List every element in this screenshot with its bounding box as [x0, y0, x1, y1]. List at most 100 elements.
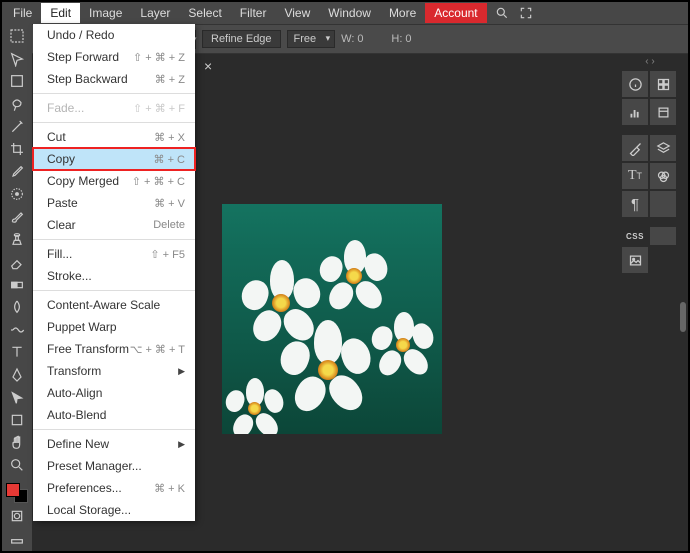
- blur-tool[interactable]: [5, 297, 29, 318]
- histogram-icon[interactable]: [622, 99, 648, 125]
- layers-icon[interactable]: [650, 135, 676, 161]
- eyedropper-tool[interactable]: [5, 161, 29, 182]
- menu-item-preferences[interactable]: Preferences...⌘ + K: [33, 477, 195, 499]
- shape-tool[interactable]: [5, 410, 29, 431]
- move-tool[interactable]: [5, 49, 29, 70]
- menu-account[interactable]: Account: [425, 3, 486, 23]
- menu-item-define-new[interactable]: Define New▶: [33, 433, 195, 455]
- menu-item-fade: Fade...⇧ + ⌘ + F: [33, 97, 195, 119]
- panel-toggle-icon[interactable]: ‹ ›: [622, 56, 678, 67]
- menu-item-paste[interactable]: Paste⌘ + V: [33, 192, 195, 214]
- menu-item-free-transform[interactable]: Free Transform⌥ + ⌘ + T: [33, 338, 195, 360]
- menu-item-fill[interactable]: Fill...⇧ + F5: [33, 243, 195, 265]
- menu-item-label: Auto-Blend: [47, 408, 106, 422]
- image-panel-icon[interactable]: [622, 247, 648, 273]
- menu-item-stroke[interactable]: Stroke...: [33, 265, 195, 287]
- menu-item-shortcut: ⇧ + F5: [150, 248, 185, 261]
- menu-item-clear[interactable]: ClearDelete: [33, 214, 195, 236]
- paths-icon[interactable]: [650, 191, 676, 217]
- menu-view[interactable]: View: [275, 3, 319, 23]
- menu-item-step-backward[interactable]: Step Backward⌘ + Z: [33, 68, 195, 90]
- scrollbar-thumb[interactable]: [680, 302, 686, 332]
- menu-item-shortcut: Delete: [153, 219, 185, 231]
- menu-item-step-forward[interactable]: Step Forward ⇧ + ⌘ + Z: [33, 46, 195, 68]
- zoom-tool[interactable]: [5, 455, 29, 476]
- menu-item-label: Step Backward: [47, 72, 128, 86]
- menu-item-label: Undo / Redo: [47, 28, 114, 42]
- menu-item-shortcut: ⌘ + C: [154, 153, 185, 166]
- menu-image[interactable]: Image: [80, 3, 131, 23]
- channels-icon[interactable]: [650, 163, 676, 189]
- menu-item-copy[interactable]: Copy⌘ + C: [33, 148, 195, 170]
- pen-tool[interactable]: [5, 365, 29, 386]
- submenu-arrow-icon: ▶: [178, 439, 185, 450]
- menu-item-auto-align[interactable]: Auto-Align: [33, 382, 195, 404]
- width-label: W:: [341, 33, 354, 45]
- menu-item-label: Step Forward: [47, 50, 119, 64]
- rect-select-tool[interactable]: [5, 71, 29, 92]
- menu-item-label: Cut: [47, 130, 66, 144]
- css-panel-button[interactable]: CSS: [622, 227, 648, 245]
- menu-item-preset-manager[interactable]: Preset Manager...: [33, 455, 195, 477]
- menu-item-label: Preset Manager...: [47, 459, 142, 473]
- brush-tool[interactable]: [5, 207, 29, 228]
- quickmask-icon[interactable]: [5, 506, 29, 527]
- menu-item-auto-blend[interactable]: Auto-Blend: [33, 404, 195, 426]
- screen-mode-icon[interactable]: [5, 531, 29, 552]
- menu-window[interactable]: Window: [319, 3, 380, 23]
- menu-item-label: Free Transform: [47, 342, 129, 356]
- menu-item-content-aware-scale[interactable]: Content-Aware Scale: [33, 294, 195, 316]
- marquee-tool[interactable]: [5, 26, 29, 47]
- menu-item-local-storage[interactable]: Local Storage...: [33, 499, 195, 521]
- menu-file[interactable]: File: [4, 3, 41, 23]
- healing-tool[interactable]: [5, 184, 29, 205]
- liquify-tool[interactable]: [5, 320, 29, 341]
- menu-item-shortcut: ⇧ + ⌘ + C: [132, 175, 185, 188]
- eraser-tool[interactable]: [5, 252, 29, 273]
- menu-item-shortcut: ⇧ + ⌘ + Z: [133, 51, 185, 64]
- type-tool[interactable]: [5, 342, 29, 363]
- crop-tool[interactable]: [5, 139, 29, 160]
- foreground-color[interactable]: [6, 483, 20, 497]
- info-icon[interactable]: [622, 71, 648, 97]
- menu-item-label: Transform: [47, 364, 101, 378]
- tab-close-icon[interactable]: ×: [204, 58, 212, 74]
- height-input[interactable]: [405, 33, 433, 45]
- fullscreen-icon[interactable]: [517, 4, 535, 22]
- character-icon[interactable]: TT: [622, 163, 648, 189]
- menu-item-cut[interactable]: Cut⌘ + X: [33, 126, 195, 148]
- menu-edit[interactable]: Edit: [41, 3, 80, 23]
- menu-separator: [33, 239, 195, 240]
- menu-more[interactable]: More: [380, 3, 425, 23]
- submenu-arrow-icon: ▶: [178, 366, 185, 377]
- path-select-tool[interactable]: [5, 387, 29, 408]
- constraint-dropdown[interactable]: Free: [287, 30, 336, 48]
- menu-item-label: Paste: [47, 196, 78, 210]
- hand-tool[interactable]: [5, 432, 29, 453]
- menu-item-label: Fade...: [47, 101, 84, 115]
- search-icon[interactable]: [493, 4, 511, 22]
- lasso-tool[interactable]: [5, 94, 29, 115]
- menu-item-copy-merged[interactable]: Copy Merged ⇧ + ⌘ + C: [33, 170, 195, 192]
- history-icon[interactable]: [650, 99, 676, 125]
- width-input[interactable]: [357, 33, 385, 45]
- menu-item-label: Local Storage...: [47, 503, 131, 517]
- menu-item-undo-redo[interactable]: Undo / Redo: [33, 24, 195, 46]
- menu-item-puppet-warp[interactable]: Puppet Warp: [33, 316, 195, 338]
- gradient-tool[interactable]: [5, 274, 29, 295]
- color-swatches[interactable]: [5, 482, 29, 504]
- paragraph-icon[interactable]: ¶: [622, 191, 648, 217]
- wand-tool[interactable]: [5, 116, 29, 137]
- height-label: H:: [391, 33, 402, 45]
- refine-edge-button[interactable]: Refine Edge: [202, 30, 281, 48]
- menu-item-transform[interactable]: Transform ▶: [33, 360, 195, 382]
- menu-layer[interactable]: Layer: [131, 3, 179, 23]
- menu-item-label: Auto-Align: [47, 386, 102, 400]
- swatches-icon[interactable]: [650, 71, 676, 97]
- menu-item-label: Copy Merged: [47, 174, 119, 188]
- stamp-tool[interactable]: [5, 229, 29, 250]
- canvas-image[interactable]: [222, 204, 442, 434]
- menu-filter[interactable]: Filter: [231, 3, 276, 23]
- brush-icon[interactable]: [622, 135, 648, 161]
- menu-select[interactable]: Select: [179, 3, 230, 23]
